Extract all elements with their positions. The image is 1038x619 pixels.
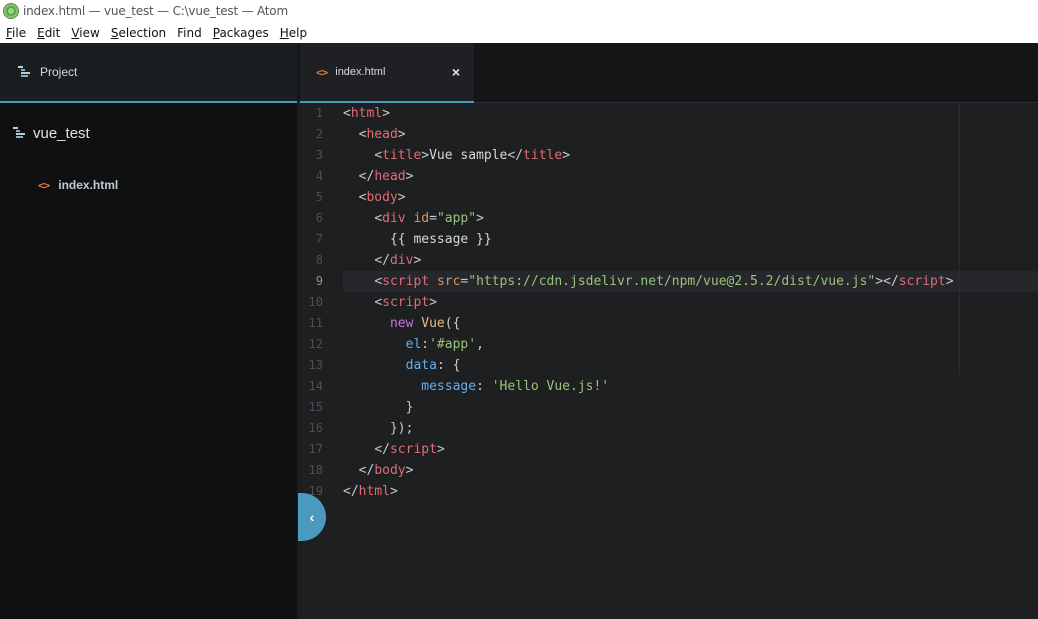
code-line: <body> [358,190,406,205]
window-title: index.html — vue_test — C:\vue_test — At… [23,4,288,18]
code-line: } [405,400,414,415]
code-line: </body> [358,463,414,478]
tab-bar: <> index.html × [297,43,1038,103]
line-number: 6 [315,211,323,225]
line-number: 3 [315,148,323,162]
menu-selection[interactable]: Selection [111,26,166,40]
line-number: 8 [315,253,323,267]
tree-file-item[interactable]: <> index.html [0,177,297,193]
line-number: 10 [308,295,323,309]
menu-file[interactable]: File [6,26,26,40]
code-line: el:'#app', [405,337,484,352]
wrap-guide [959,103,960,375]
code-line: </head> [358,169,414,184]
code-line: <title>Vue sample</title> [374,148,571,163]
line-number: 15 [308,400,323,414]
project-tab[interactable]: Project [0,43,297,103]
code-file-icon: <> [38,178,50,192]
atom-app-icon [3,3,19,19]
menu-find[interactable]: Find [177,26,202,40]
tree-view-icon [18,66,32,78]
code-line: data: { [405,358,461,373]
code-line: }); [389,421,414,436]
close-icon[interactable]: × [452,64,460,80]
code-line: <script> [374,295,437,310]
code-line: </html> [343,484,398,499]
file-label: index.html [58,178,119,192]
project-panel: Project vue_test <> index.html [0,43,297,619]
code-line: <script src="https://cdn.jsdelivr.net/np… [374,274,954,289]
tree-root-folder[interactable]: vue_test [0,123,297,143]
line-number: 17 [308,442,323,456]
line-number: 13 [308,358,323,372]
code-file-icon: <> [316,65,328,79]
tree-view-icon [13,127,27,139]
code-line: new Vue({ [389,316,461,331]
line-number: 1 [315,106,323,120]
line-number: 11 [308,316,323,330]
code-editor[interactable]: 1 2 3 4 5 6 7 8 9 10 11 12 13 14 15 16 1… [300,103,1038,619]
menu-packages[interactable]: Packages [213,26,269,40]
code-line: </script> [374,442,445,457]
tab-label: index.html [335,66,386,78]
line-number: 14 [308,379,323,393]
line-number: 2 [315,127,323,141]
menu-bar: File Edit View Selection Find Packages H… [0,22,1038,43]
line-number: 7 [315,232,323,246]
code-line: <head> [358,127,406,142]
menu-edit[interactable]: Edit [37,26,60,40]
code-line: {{ message }} [389,232,492,247]
code-line: <html> [343,106,390,121]
line-number-gutter: 1 2 3 4 5 6 7 8 9 10 11 12 13 14 15 16 1… [300,103,338,619]
code-line: <div id="app"> [374,211,484,226]
code-line: message: 'Hello Vue.js!' [421,379,610,394]
root-folder-label: vue_test [33,124,90,142]
line-number: 16 [308,421,323,435]
line-number: 18 [308,463,323,477]
project-tab-label: Project [40,65,78,79]
line-number: 12 [308,337,323,351]
tab-index-html[interactable]: <> index.html × [300,43,474,103]
title-bar: index.html — vue_test — C:\vue_test — At… [0,0,1038,22]
menu-view[interactable]: View [71,26,99,40]
code-line: </div> [374,253,422,268]
chevron-left-icon: ‹ [309,509,315,525]
line-number: 5 [315,190,323,204]
line-number: 9 [315,274,323,288]
line-number: 4 [315,169,323,183]
menu-help[interactable]: Help [280,26,307,40]
